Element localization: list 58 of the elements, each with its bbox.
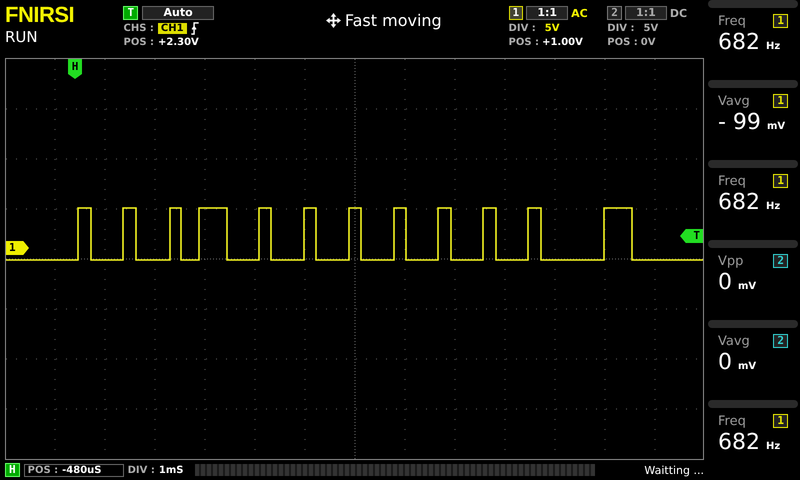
channel-tag: 1 <box>773 94 788 108</box>
measure-unit: Hz <box>766 201 780 212</box>
coupling: DC <box>670 6 688 20</box>
time-div: 1mS <box>158 464 184 476</box>
channel-number[interactable]: 1 <box>508 6 524 20</box>
run-state: RUN <box>5 28 39 46</box>
channel-tag: 2 <box>773 254 788 268</box>
measure-name: Freq <box>718 414 746 428</box>
trigger-badge: T <box>123 6 138 20</box>
source-label: CHS : <box>123 22 154 34</box>
trigger-pos: +2.30V <box>158 36 199 48</box>
measure-name: Vpp <box>718 254 744 268</box>
div-label: DIV : <box>508 22 536 34</box>
channel-tag: 1 <box>773 174 788 188</box>
measure-value: 0 <box>718 350 732 375</box>
pos-label: POS : <box>123 36 154 48</box>
measure-value: 682 <box>718 190 760 215</box>
div-label: DIV : <box>128 464 155 476</box>
measure-value: - 99 <box>718 110 761 135</box>
measure-name: Freq <box>718 14 746 28</box>
move-mode: Fast moving <box>344 11 442 30</box>
horizontal-badge: H <box>5 463 20 477</box>
measure-value: 682 <box>718 430 760 455</box>
pos-label: POS : <box>607 36 638 48</box>
channel-number[interactable]: 2 <box>607 6 622 20</box>
measure-name: Vavg <box>718 94 750 108</box>
channel-div: 5V <box>544 22 560 34</box>
move-arrows-icon <box>326 13 341 28</box>
channel-marker[interactable]: 1 <box>6 241 29 255</box>
channel-div: 5V <box>644 22 658 34</box>
pos-label: POS : <box>508 36 540 48</box>
channel-pos: 0V <box>640 36 656 48</box>
pos-label: POS : <box>28 464 58 476</box>
measure-unit: Hz <box>766 441 780 452</box>
measure-value: 0 <box>718 270 732 295</box>
measure-unit: mV <box>766 121 786 132</box>
measure-unit: mV <box>738 361 756 372</box>
channel-tag: 1 <box>773 414 788 428</box>
trigger-marker[interactable]: T <box>680 229 703 243</box>
measure-unit: Hz <box>766 41 780 52</box>
measure-unit: mV <box>738 281 756 292</box>
trigger-source: CH1 <box>158 22 187 34</box>
status-text: Waitting ... <box>644 464 705 476</box>
channel-pos: +1.00V <box>542 36 583 48</box>
trigger-mode[interactable]: Auto <box>142 6 214 20</box>
rising-edge-icon <box>190 22 199 34</box>
div-label: DIV : <box>607 22 635 34</box>
probe-ratio: 1:1 <box>526 6 568 20</box>
channel-tag: 1 <box>773 14 788 28</box>
probe-ratio: 1:1 <box>624 6 667 20</box>
time-pos: -480uS <box>62 464 102 476</box>
measure-name: Vavg <box>718 334 750 348</box>
measure-name: Freq <box>718 174 746 188</box>
brand-logo: FNIRSI <box>5 2 76 28</box>
measure-value: 682 <box>718 30 760 55</box>
channel-tag: 2 <box>773 334 788 348</box>
coupling: AC <box>571 6 588 20</box>
horizontal-marker[interactable]: H <box>68 59 82 79</box>
